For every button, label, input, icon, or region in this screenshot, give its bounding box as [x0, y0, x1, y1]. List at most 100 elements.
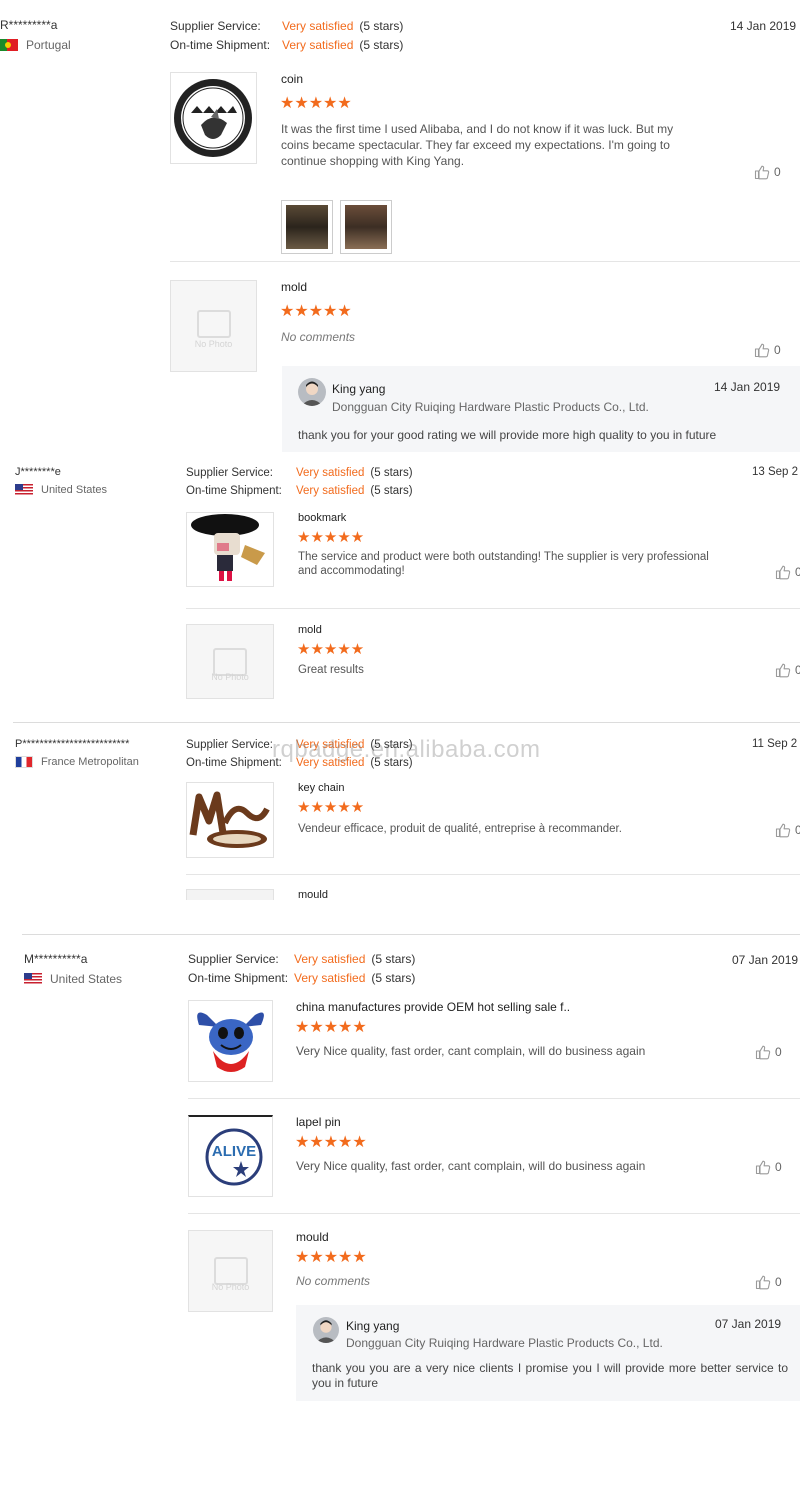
like-count: 0 [775, 1275, 782, 1289]
item-divider [188, 1213, 800, 1214]
thumbs-up-icon [754, 164, 770, 180]
no-photo-thumbnail: No Photo [170, 280, 257, 372]
usa-flag-icon [15, 484, 33, 496]
avatar [313, 1317, 339, 1343]
buyer-info: R*********a Portugal [0, 18, 165, 52]
product-name[interactable]: china manufactures provide OEM hot selli… [296, 1000, 570, 1014]
usa-flag-icon [24, 973, 42, 985]
reply-company[interactable]: Dongguan City Ruiqing Hardware Plastic P… [332, 400, 649, 414]
product-name[interactable]: mold [281, 280, 307, 294]
coin-image [174, 79, 252, 157]
no-photo-thumbnail: No Photo [188, 1230, 273, 1312]
product-name[interactable]: coin [281, 72, 303, 86]
like-button[interactable]: 0 [775, 822, 800, 838]
review-item: ALIVE lapel pin ★★★★★ Very Nice quality,… [188, 1115, 800, 1211]
star-rating: ★★★★★ [295, 1134, 367, 1151]
product-name[interactable]: mold [298, 624, 322, 636]
country-name: United States [50, 972, 123, 986]
lapel-pin-image: ALIVE [205, 1128, 263, 1186]
no-photo-label: No Photo [211, 671, 249, 682]
like-count: 0 [774, 165, 781, 179]
product-thumbnail[interactable] [186, 889, 274, 900]
review-item: bookmark ★★★★★ The service and product w… [186, 512, 800, 612]
supplier-service-value: Very satisfied [296, 467, 365, 479]
like-button[interactable]: 0 [775, 564, 800, 580]
ontime-shipment-label: On-time Shipment: [170, 38, 271, 52]
supplier-service-stars: (5 stars) [370, 467, 413, 479]
no-photo-label: No Photo [194, 338, 233, 349]
supplier-service-value: Very satisfied [282, 19, 354, 33]
buyer-name: P************************* [15, 738, 130, 750]
review-divider [22, 934, 800, 935]
review-photo[interactable] [340, 200, 392, 254]
country-name: France Metropolitan [41, 756, 139, 768]
item-divider [188, 1098, 800, 1099]
reply-text: thank you you are a very nice clients I … [312, 1361, 788, 1390]
supplier-service-label: Supplier Service: [170, 19, 261, 33]
like-count: 0 [795, 663, 800, 677]
product-thumbnail[interactable] [188, 1000, 273, 1082]
reply-author: King yang [332, 382, 386, 396]
france-flag-icon [15, 756, 33, 768]
buyer-country: United States [15, 484, 180, 496]
star-rating: ★★★★★ [295, 1249, 367, 1266]
review-item: coin ★★★★★ It was the first time I used … [170, 72, 800, 262]
avatar [298, 378, 326, 406]
ontime-shipment-value: Very satisfied [294, 971, 366, 985]
thumbs-up-icon [755, 1274, 771, 1290]
product-name[interactable]: lapel pin [296, 1115, 341, 1129]
review-item: No Photo mold ★★★★★ No comments 0 King y… [170, 280, 800, 452]
ontime-shipment-stars: (5 stars) [371, 971, 416, 985]
thumbs-up-icon [755, 1044, 771, 1060]
like-button[interactable]: 0 [754, 164, 781, 180]
image-placeholder-icon [196, 309, 231, 338]
supplier-reply: King yang Dongguan City Ruiqing Hardware… [296, 1305, 800, 1401]
supplier-service-value: Very satisfied [294, 952, 366, 966]
product-name[interactable]: mould [296, 1230, 329, 1244]
buyer-country: France Metropolitan [15, 756, 180, 768]
product-name[interactable]: bookmark [298, 512, 346, 524]
review-divider [13, 722, 800, 723]
product-name[interactable]: mould [298, 889, 328, 900]
key-chain-image [189, 791, 270, 848]
review-ratings: Supplier Service: Very satisfied (5 stars)… [188, 950, 415, 988]
thumbs-up-icon [775, 564, 791, 580]
like-button[interactable]: 0 [755, 1274, 782, 1290]
review-comment: No comments [296, 1274, 371, 1288]
review-ratings: Supplier Service: Very satisfied (5 stars)… [170, 17, 403, 55]
review-comment: No comments [281, 330, 356, 344]
product-thumbnail[interactable] [186, 782, 274, 858]
review-comment: Great results [298, 664, 364, 676]
like-button[interactable]: 0 [755, 1044, 782, 1060]
item-divider [170, 261, 800, 262]
review-comment: It was the first time I used Alibaba, an… [281, 122, 674, 168]
reply-author: King yang [346, 1319, 400, 1333]
image-placeholder-icon [213, 1256, 248, 1285]
like-button[interactable]: 0 [754, 342, 781, 358]
ontime-shipment-stars: (5 stars) [370, 485, 413, 497]
star-rating: ★★★★★ [295, 1019, 367, 1036]
like-button[interactable]: 0 [775, 662, 800, 678]
review-item: No Photo mold ★★★★★ Great results 0 [186, 624, 800, 704]
buyer-country: Portugal [0, 38, 165, 52]
svg-text:ALIVE: ALIVE [212, 1143, 256, 1160]
product-thumbnail[interactable] [186, 512, 274, 587]
reply-company[interactable]: Dongguan City Ruiqing Hardware Plastic P… [346, 1336, 663, 1350]
ontime-shipment-value: Very satisfied [296, 485, 365, 497]
review-item: china manufactures provide OEM hot selli… [188, 1000, 800, 1096]
review-comment: Very Nice quality, fast order, cant comp… [296, 1159, 646, 1173]
buyer-info: P************************* France Metrop… [15, 738, 180, 768]
like-button[interactable]: 0 [755, 1159, 782, 1175]
ontime-shipment-value: Very satisfied [282, 38, 354, 52]
star-rating: ★★★★★ [297, 799, 365, 816]
review-photo[interactable] [281, 200, 333, 254]
stitch-pin-image [197, 1012, 264, 1072]
buyer-info: J********e United States [15, 466, 180, 496]
like-count: 0 [775, 1045, 782, 1059]
no-photo-label: No Photo [211, 1282, 250, 1293]
product-thumbnail[interactable]: ALIVE [188, 1115, 273, 1197]
item-divider [186, 608, 800, 609]
review-date: 11 Sep 2 [752, 738, 798, 750]
product-name[interactable]: key chain [298, 782, 344, 794]
product-thumbnail[interactable] [170, 72, 257, 164]
